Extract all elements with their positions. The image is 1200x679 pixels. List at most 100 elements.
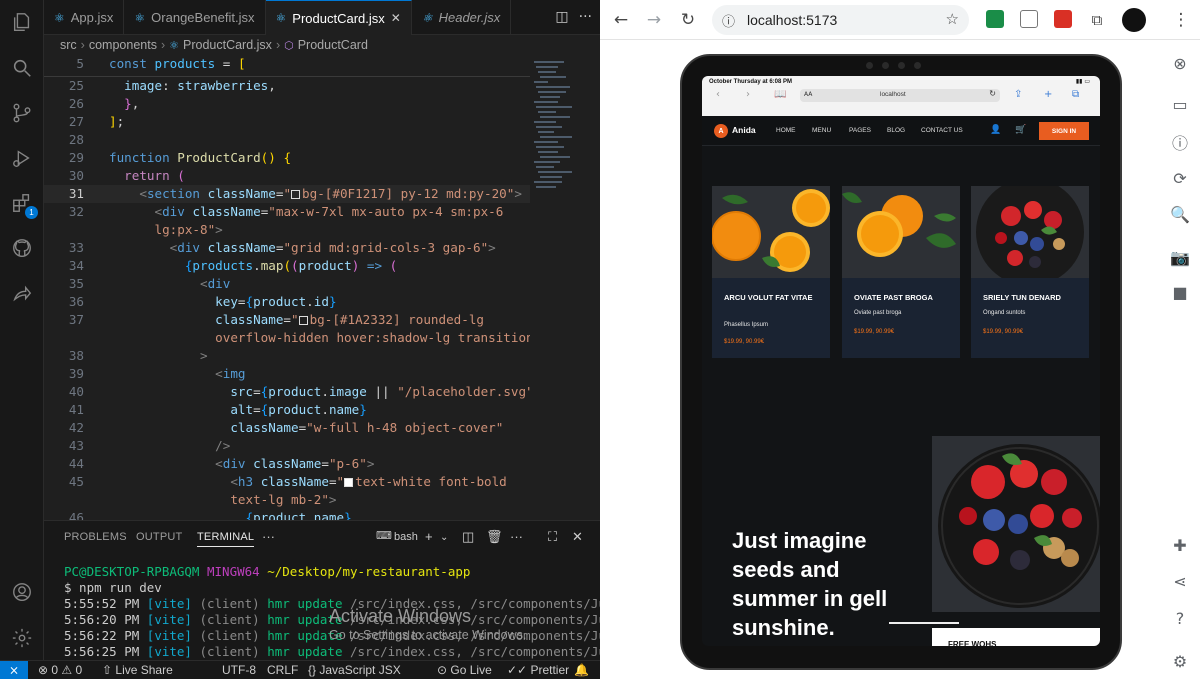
safari-url[interactable]: localhost [880, 91, 906, 98]
code-line[interactable]: 35 <div [44, 275, 530, 293]
tab-header-jsx[interactable]: ⚛ Header.jsx [412, 0, 512, 35]
video-icon[interactable]: ■ [1170, 282, 1190, 302]
bookmark-star-icon[interactable]: ☆ [946, 10, 959, 28]
nav-home[interactable]: HOME [776, 127, 796, 134]
code-line[interactable]: 31 <section className=" bg-[#0F1217] py-1… [44, 185, 530, 203]
forward-icon[interactable]: › [746, 89, 750, 100]
maximize-panel-icon[interactable]: ⛶ [548, 529, 557, 545]
close-icon[interactable]: ⊗ [1170, 53, 1190, 73]
problems-status[interactable]: ⊗ 0 ⚠ 0 [38, 663, 82, 677]
back-icon[interactable]: ‹ [716, 89, 720, 100]
extensions-puzzle-icon[interactable]: ⧉ [1086, 9, 1108, 31]
nav-contact[interactable]: CONTACT US [921, 127, 963, 134]
extensions-icon[interactable]: 1 [10, 191, 38, 219]
rotate-icon[interactable]: ⟳ [1170, 168, 1190, 188]
terminal-shell-label[interactable]: bash [394, 531, 418, 543]
reload-icon[interactable]: ↻ [677, 9, 699, 31]
encoding-status[interactable]: UTF-8 [222, 663, 256, 677]
source-control-icon[interactable] [10, 101, 34, 125]
split-terminal-icon[interactable]: ◫ [462, 529, 474, 545]
device-toolbar-icon[interactable]: ▭ [1170, 94, 1190, 114]
forward-icon[interactable]: → [643, 9, 665, 31]
share-icon[interactable]: ⋖ [1170, 571, 1190, 591]
tabs-icon[interactable]: ⧉ [1072, 89, 1079, 100]
prettier-status[interactable]: ✓✓ Prettier [507, 663, 569, 677]
close-panel-icon[interactable]: ✕ [572, 529, 583, 545]
notifications-bell-icon[interactable]: 🔔 [574, 663, 589, 677]
accounts-icon[interactable] [10, 580, 34, 604]
explorer-icon[interactable] [10, 10, 34, 34]
tab-app-jsx[interactable]: ⚛ App.jsx [44, 0, 125, 35]
code-line[interactable]: 36 key={product.id} [44, 293, 530, 311]
more-icon[interactable]: ··· [510, 529, 523, 544]
code-line[interactable]: 34 {products.map((product) => ( [44, 257, 530, 275]
brand-name[interactable]: Anida [732, 125, 756, 135]
code-line[interactable]: 29 function ProductCard() { [44, 149, 530, 167]
code-line[interactable]: text-lg mb-2"> [44, 491, 530, 509]
language-status[interactable]: {} JavaScript JSX [308, 663, 401, 677]
nav-pages[interactable]: PAGES [849, 127, 871, 134]
extension-icon[interactable] [1054, 10, 1072, 28]
info-icon[interactable]: ⓘ [1170, 132, 1190, 153]
code-editor[interactable]: 5 const products = [25 image: strawberrie… [44, 55, 530, 520]
more-actions-icon[interactable]: ··· [579, 9, 592, 25]
cart-icon[interactable]: 🛒 [1015, 124, 1026, 135]
brand-logo[interactable]: A [714, 124, 728, 138]
remote-icon[interactable]: ⨯ [0, 661, 28, 679]
safari-address-bar[interactable]: AA localhost ↻ [800, 89, 1000, 102]
tab-orange-benefit-jsx[interactable]: ⚛ OrangeBenefit.jsx [124, 0, 266, 35]
reader-aa-label[interactable]: AA [804, 91, 812, 98]
go-live-status[interactable]: ⊙ Go Live [437, 663, 492, 677]
share-icon[interactable]: ⇪ [1014, 89, 1022, 100]
nav-menu[interactable]: MENU [812, 127, 831, 134]
trash-icon[interactable]: 🗑 [486, 529, 503, 545]
code-line[interactable]: 28 [44, 131, 530, 149]
tab-product-card-jsx[interactable]: ⚛ ProductCard.jsx ✕ [265, 0, 412, 35]
code-line[interactable]: 43 /> [44, 437, 530, 455]
new-tab-icon[interactable]: + [1044, 89, 1052, 100]
code-line[interactable]: 33 <div className="grid md:grid-cols-3 g… [44, 239, 530, 257]
live-share-status[interactable]: ⇧ Live Share [102, 663, 173, 677]
code-line[interactable]: 32 <div className="max-w-7xl mx-auto px-… [44, 203, 530, 221]
zoom-icon[interactable]: 🔍 [1170, 204, 1190, 224]
tab-output[interactable]: OUTPUT [136, 531, 182, 543]
user-icon[interactable]: 👤 [990, 124, 1001, 135]
breadcrumb-folder[interactable]: src [60, 38, 77, 52]
run-debug-icon[interactable] [10, 146, 34, 170]
extension-icon[interactable] [1020, 10, 1038, 28]
back-icon[interactable]: ← [610, 9, 632, 31]
bookmarks-icon[interactable]: 📖 [774, 89, 786, 100]
chevron-down-icon[interactable]: ⌄ [440, 532, 448, 543]
breadcrumb-file[interactable]: ProductCard.jsx [183, 38, 272, 52]
help-icon[interactable]: ? [1170, 608, 1190, 628]
new-terminal-icon[interactable]: + [425, 529, 433, 544]
product-card[interactable]: SRIELY TUN DENARD Ongand suntots $19.99,… [971, 186, 1089, 358]
profile-avatar[interactable] [1122, 8, 1146, 32]
site-info-icon[interactable]: ⓘ [722, 11, 735, 30]
code-line[interactable]: lg:px-8"> [44, 221, 530, 239]
url-text[interactable]: localhost:5173 [747, 12, 837, 28]
close-icon[interactable]: ✕ [391, 11, 401, 25]
minimap[interactable] [530, 55, 600, 520]
code-line[interactable]: 44 <div className="p-6"> [44, 455, 530, 473]
more-icon[interactable]: ··· [262, 529, 275, 544]
breadcrumb-symbol[interactable]: ProductCard [298, 38, 368, 52]
live-share-icon[interactable] [10, 282, 34, 306]
reload-icon[interactable]: ↻ [989, 89, 996, 98]
settings-gear-icon[interactable] [10, 626, 34, 650]
settings-gear-icon[interactable]: ⚙ [1170, 651, 1190, 671]
extensions-puzzle-icon[interactable]: ✚ [1170, 535, 1190, 555]
code-line[interactable]: 40 src={product.image || "/placeholder.s… [44, 383, 530, 401]
code-line[interactable]: 37 className=" bg-[#1A2332] rounded-lg [44, 311, 530, 329]
product-card[interactable]: ARCU VOLUT FAT VITAE Phasellus Ipsum $19… [712, 186, 830, 358]
code-line[interactable]: 46 {product.name} [44, 509, 530, 520]
code-line[interactable]: 42 className="w-full h-48 object-cover" [44, 419, 530, 437]
code-line[interactable]: 25 image: strawberries, [44, 77, 530, 95]
address-bar[interactable]: ⓘ localhost:5173 ☆ [712, 5, 969, 35]
extension-icon[interactable] [986, 10, 1004, 28]
camera-icon[interactable]: 📷 [1170, 247, 1190, 267]
code-line[interactable]: 45 <h3 className=" text-white font-bold [44, 473, 530, 491]
code-line[interactable]: 38 > [44, 347, 530, 365]
search-icon[interactable] [10, 56, 34, 80]
tab-problems[interactable]: PROBLEMS [64, 531, 127, 543]
